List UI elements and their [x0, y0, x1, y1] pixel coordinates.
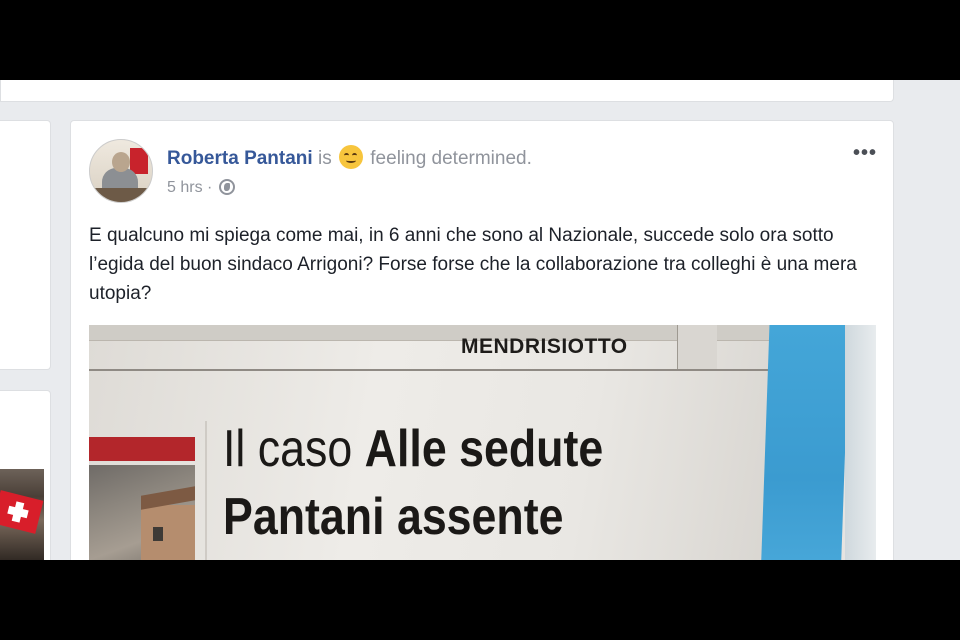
- is-text: is: [317, 148, 332, 169]
- left-column-card-photo[interactable]: [0, 390, 51, 560]
- grin-emoji-icon: [339, 145, 363, 169]
- headline-bold: Alle sedute: [364, 420, 604, 478]
- newspaper-page: MENDRISIOTTO Il caso Alle sedute Pantani…: [89, 325, 789, 560]
- blue-paper-edge: [760, 325, 850, 560]
- newspaper-headline-line2: Pantani assente: [223, 488, 564, 546]
- left-photo-thumbnail[interactable]: [0, 469, 44, 560]
- post-header: Roberta Pantani is feeling determined.: [167, 145, 532, 172]
- photo-right-edge: [845, 325, 876, 560]
- news-feed: Roberta Pantani is feeling determined. 5…: [0, 80, 960, 560]
- meta-separator: ·: [207, 179, 213, 196]
- newspaper-section-label: MENDRISIOTTO: [461, 335, 628, 358]
- post-photo[interactable]: MENDRISIOTTO Il caso Alle sedute Pantani…: [89, 325, 876, 560]
- post-timestamp[interactable]: 5 hrs: [167, 179, 203, 196]
- left-column-card: [0, 120, 51, 370]
- headline-light: Il caso: [223, 420, 353, 478]
- red-bar: [89, 437, 195, 461]
- post-meta: 5 hrs ·: [167, 177, 235, 199]
- swiss-flag-image: [0, 490, 44, 534]
- more-options-icon[interactable]: •••: [853, 143, 877, 163]
- previous-feed-card: [0, 80, 894, 102]
- newspaper-photo: [89, 465, 195, 560]
- newspaper-headline-line1: Il caso Alle sedute: [223, 417, 603, 481]
- post-text: E qualcuno mi spiega come mai, in 6 anni…: [89, 225, 857, 304]
- feed-post: Roberta Pantani is feeling determined. 5…: [70, 120, 894, 560]
- author-avatar[interactable]: [89, 139, 153, 203]
- globe-icon[interactable]: [218, 179, 235, 195]
- feeling-text[interactable]: feeling determined.: [370, 148, 532, 169]
- author-name-link[interactable]: Roberta Pantani: [167, 148, 313, 169]
